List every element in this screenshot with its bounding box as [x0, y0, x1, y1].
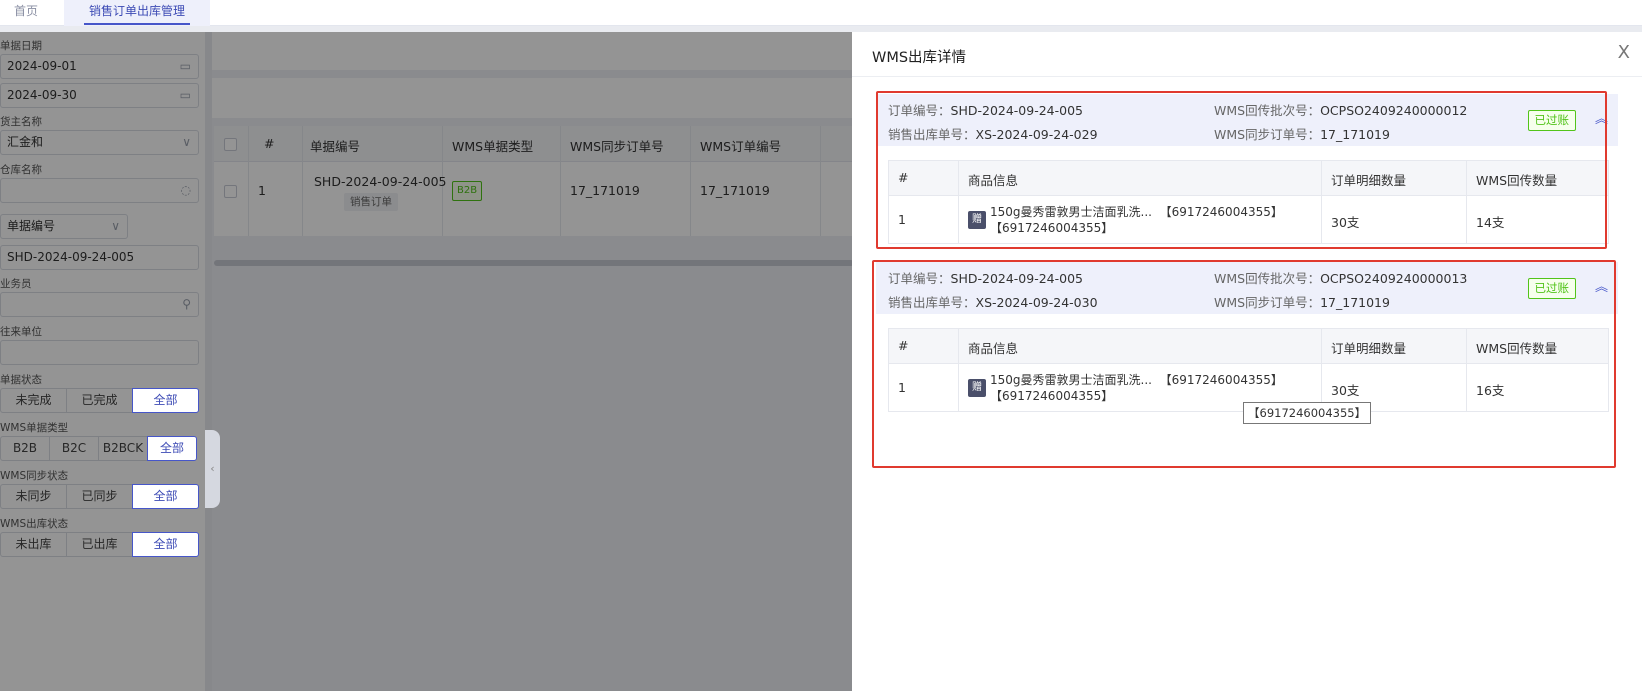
- modal-overlay[interactable]: [0, 32, 852, 691]
- status-option-all[interactable]: 全部: [132, 388, 199, 413]
- wms-type-option-all[interactable]: 全部: [147, 436, 197, 461]
- drawer-title: WMS出库详情: [872, 50, 967, 66]
- drawer-divider: [852, 76, 1642, 77]
- collapse-panel-handle[interactable]: ‹: [205, 430, 220, 508]
- tab-label: 销售订单出库管理: [88, 4, 185, 18]
- close-icon[interactable]: X: [1618, 42, 1630, 63]
- highlight-box: [876, 91, 1607, 249]
- sync-option-all[interactable]: 全部: [132, 484, 199, 509]
- out-option-all[interactable]: 全部: [132, 532, 199, 557]
- active-tab-underline: [84, 23, 190, 25]
- tab-home[interactable]: 首页: [14, 0, 38, 26]
- highlight-box: [872, 260, 1616, 468]
- tab-sales-order-outbound[interactable]: 销售订单出库管理: [64, 0, 210, 26]
- top-tab-bar: 首页 销售订单出库管理: [0, 0, 1642, 26]
